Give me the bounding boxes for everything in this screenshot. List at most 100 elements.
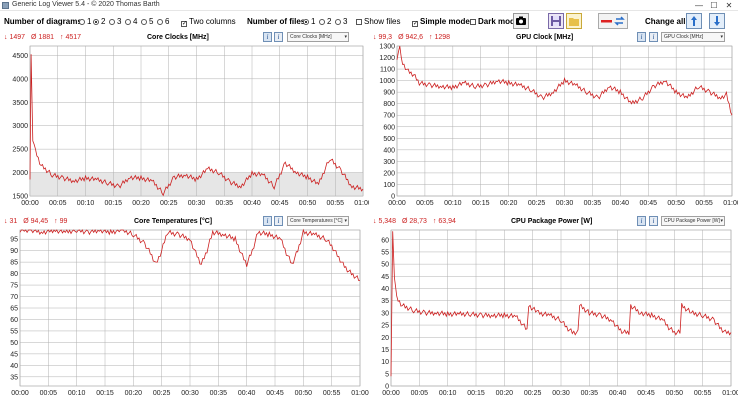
x-tick-label: 00:10 [77,200,95,207]
y-tick-label: 60 [10,317,18,324]
info-button[interactable]: i [637,216,646,226]
x-tick-label: 00:00 [11,390,29,397]
files-option-2[interactable]: 2 [319,17,331,26]
swap-colors-button[interactable] [598,13,628,29]
diagrams-option-4[interactable]: 4 [125,17,137,26]
chart-core-temps: 35 40 45 50 55 60 65 70 75 80 85 90 95 00:00 00:05 00:1… [10,228,369,397]
x-tick-label: 00:35 [210,390,228,397]
x-tick-label: 00:25 [524,390,542,397]
close-button[interactable]: ✕ [722,0,736,11]
y-tick-label: 35 [381,298,389,305]
x-tick-label: 00:05 [49,200,67,207]
y-tick-label: 5 [385,371,389,378]
diagrams-label: Number of diagrams [4,17,82,26]
series-select[interactable]: Core Clocks [MHz] ▾ [287,32,349,42]
x-tick-label: 00:05 [411,390,429,397]
show-files-checkbox[interactable]: Show files [356,17,400,26]
change-all-label: Change all [645,17,686,26]
diagrams-option-3[interactable]: 3 [109,17,121,26]
info-button-alt[interactable]: i [274,32,283,42]
diagrams-option-5[interactable]: 5 [141,17,153,26]
arrow-up-icon [691,16,697,26]
shift-down-button[interactable] [709,13,725,29]
y-tick-label: 85 [10,260,18,267]
diagrams-option-2[interactable]: 2 [93,17,105,26]
chart-panel-core-temps: ↓ 31 Ø 94,45 ↑ 99 Core Temperatures [°C] i… [0,216,369,400]
y-tick-label: 4000 [12,76,28,83]
y-tick-label: 4500 [12,53,28,60]
y-tick-label: 1000 [379,78,395,85]
x-tick-label: 00:10 [444,200,462,207]
chevron-down-icon: ▾ [344,34,347,40]
series-select[interactable]: Core Temperatures [°C] ▾ [287,216,349,226]
series-select[interactable]: CPU Package Power [W] ▾ [661,216,725,226]
x-tick-label: 00:30 [556,200,574,207]
x-tick-label: 00:25 [528,200,546,207]
radio-icon [125,19,131,25]
app-icon [2,2,9,9]
y-tick-label: 75 [10,283,18,290]
x-tick-label: 00:55 [694,390,712,397]
x-tick-label: 00:50 [666,390,684,397]
y-tick-label: 65 [10,306,18,313]
x-tick-label: 00:05 [40,390,58,397]
screenshot-button[interactable] [513,13,529,29]
x-tick-label: 00:40 [609,390,627,397]
chart-title: CPU Package Power [W] [511,218,593,225]
info-button-alt[interactable]: i [649,216,658,226]
radio-icon [79,19,85,25]
radio-icon [141,19,147,25]
files-option-3[interactable]: 3 [335,17,347,26]
x-tick-label: 00:25 [160,200,178,207]
chart-cpu-package-power: 05101520253035404550556000:00 00:05 00:10 0… [381,229,738,397]
two-columns-checkbox[interactable]: ✓ Two columns [181,17,236,27]
y-tick-label: 20 [381,335,389,342]
info-button[interactable]: i [263,216,272,226]
diagrams-option-1[interactable]: 1 [79,17,91,26]
y-tick-label: 2500 [12,147,28,154]
chevron-down-icon: ▾ [720,34,723,40]
diagrams-option-6[interactable]: 6 [157,17,169,26]
info-button[interactable]: i [263,32,272,42]
files-option-1[interactable]: 1 [303,17,315,26]
y-tick-label: 100 [383,182,395,189]
save-icon [551,16,561,26]
chart-gpu-clock: 0100200300400500600700800900100011001200… [379,44,738,208]
y-tick-label: 10 [381,359,389,366]
x-tick-label: 00:20 [500,200,518,207]
maximize-button[interactable]: ☐ [707,0,721,11]
x-tick-label: 00:45 [639,200,657,207]
save-button[interactable] [548,13,564,29]
chart-title: Core Clocks [MHz] [147,34,209,41]
series-select[interactable]: GPU Clock [MHz] ▾ [661,32,725,42]
stats-readout: ↓ 5,348 Ø 28,73 ↑ 63,94 [373,218,456,225]
chevron-down-icon: ▾ [720,218,723,224]
dark-mode-checkbox[interactable]: Dark mod [470,17,515,26]
x-tick-label: 00:10 [68,390,86,397]
open-button[interactable] [566,13,582,29]
x-tick-label: 00:50 [299,200,317,207]
info-button-alt[interactable]: i [274,216,283,226]
y-tick-label: 500 [383,136,395,143]
x-tick-label: 00:15 [104,200,122,207]
y-tick-label: 800 [383,101,395,108]
x-tick-label: 00:35 [581,390,599,397]
y-tick-label: 45 [381,274,389,281]
x-tick-label: 00:15 [467,390,485,397]
y-tick-label: 3000 [12,123,28,130]
panel-header: ↓ 99,3 Ø 942,6 ↑ 1298 GPU Clock [MHz] i i … [369,32,738,44]
y-tick-label: 70 [10,294,18,301]
chart-panel-cpu-package-power: ↓ 5,348 Ø 28,73 ↑ 63,94 CPU Package Power … [369,216,738,400]
x-tick-label: 00:30 [188,200,206,207]
minimize-button[interactable]: — [692,0,706,11]
info-button[interactable]: i [637,32,646,42]
y-tick-label: 3500 [12,100,28,107]
info-button-alt[interactable]: i [649,32,658,42]
y-tick-label: 400 [383,147,395,154]
checkbox-icon [356,19,362,25]
y-tick-label: 50 [10,340,18,347]
shift-up-button[interactable] [686,13,702,29]
x-tick-label: 00:10 [439,390,457,397]
stats-readout: ↓ 99,3 Ø 942,6 ↑ 1298 [373,34,451,41]
simple-mode-checkbox[interactable]: ✓ Simple mode [412,17,470,27]
